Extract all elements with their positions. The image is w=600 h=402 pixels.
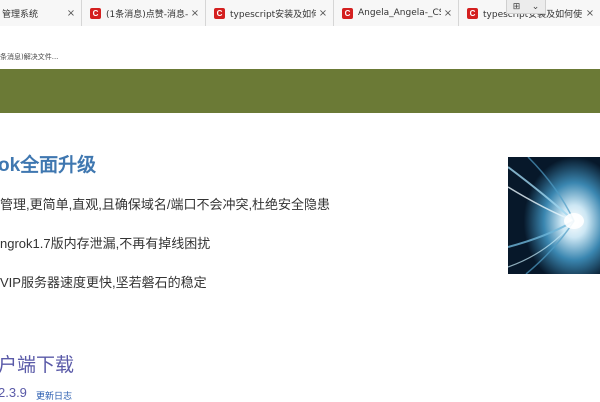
- csdn-logo-icon: C: [467, 7, 478, 19]
- feature-item: 管理,更简单,直观,且确保域名/端口不会冲突,杜绝安全隐患: [0, 197, 331, 212]
- browser-tab-typescript-install[interactable]: C typescript安装及如何使 ×: [206, 0, 334, 26]
- csdn-logo-icon: C: [90, 7, 101, 19]
- changelog-link[interactable]: 更新日志: [36, 389, 72, 402]
- tab-title: (1条消息)点赞-消息-CSD: [106, 9, 188, 20]
- close-icon[interactable]: ×: [441, 8, 455, 19]
- close-icon[interactable]: ×: [583, 8, 597, 19]
- feature-item: ngrok1.7版内存泄漏,不再有掉线困扰: [0, 236, 211, 251]
- csdn-logo-icon: C: [342, 7, 353, 19]
- chevron-down-icon[interactable]: ⌄: [532, 1, 540, 13]
- csdn-logo-icon: C: [214, 7, 225, 19]
- client-version: 2.3.9: [0, 385, 27, 400]
- close-icon[interactable]: ×: [64, 8, 78, 19]
- tunnel-illustration: [508, 157, 600, 274]
- feature-item: VIP服务器速度更快,坚若磐石的稳定: [0, 275, 207, 290]
- tab-overflow-controls: ⊞ ⌄: [506, 0, 546, 14]
- close-icon[interactable]: ×: [316, 8, 330, 19]
- tab-title: Angela_Angela-_CSDN: [358, 8, 441, 18]
- tab-title: 管理系统: [2, 9, 39, 20]
- browser-tab-csdn-likes[interactable]: C (1条消息)点赞-消息-CSD ×: [82, 0, 206, 26]
- tab-title: typescript安装及如何使: [230, 9, 316, 20]
- header-banner: [0, 69, 600, 113]
- breadcrumb[interactable]: 条消息)解决文件...: [0, 52, 58, 62]
- upgrade-heading: ok全面升级: [0, 155, 97, 176]
- browser-tab-angela-csdn[interactable]: C Angela_Angela-_CSDN ×: [334, 0, 459, 26]
- tunnel-image: [508, 157, 600, 274]
- browser-tab-management[interactable]: 管理系统 ×: [0, 0, 82, 26]
- tab-grid-icon[interactable]: ⊞: [513, 1, 521, 13]
- client-download-heading: 户端下载: [0, 355, 75, 376]
- close-icon[interactable]: ×: [188, 8, 202, 19]
